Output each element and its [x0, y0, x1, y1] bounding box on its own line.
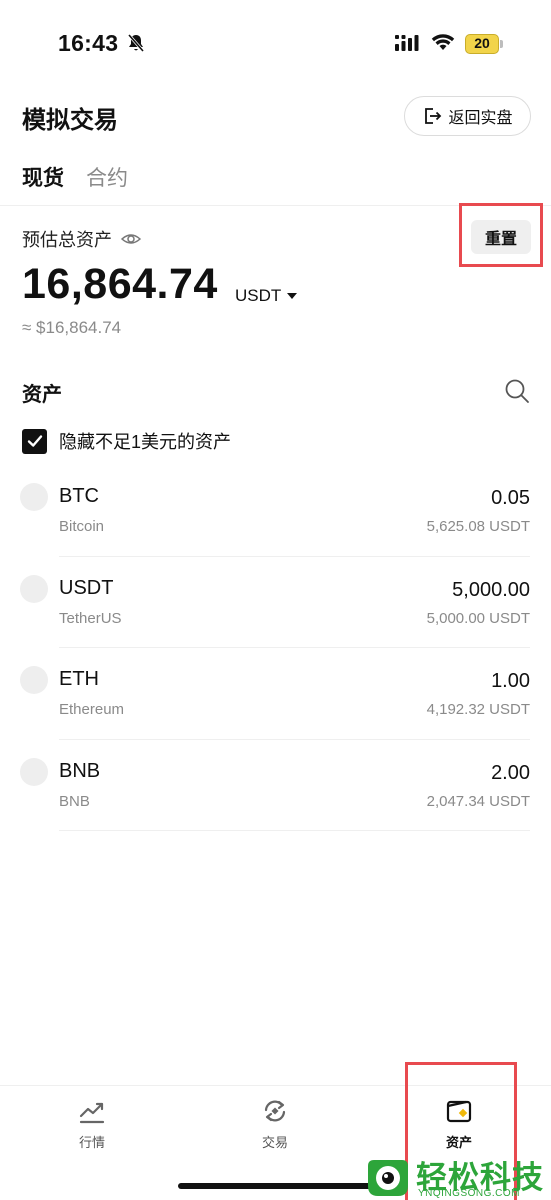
total-assets-approx: ≈ $16,864.74: [22, 318, 122, 337]
coin-symbol: BTC: [59, 485, 99, 507]
asset-row-bnb[interactable]: BNB BNB 2.00 2,047.34 USDT: [0, 740, 551, 831]
nav-label: 交易: [261, 1135, 288, 1150]
coin-name: Bitcoin: [59, 518, 105, 535]
eye-icon[interactable]: [120, 228, 142, 250]
currency-selector[interactable]: USDT: [235, 286, 298, 306]
exchange-icon: [264, 1100, 286, 1122]
asset-row-eth[interactable]: ETH Ethereum 1.00 4,192.32 USDT: [0, 648, 551, 740]
watermark-logo-icon: [368, 1160, 408, 1196]
tab-futures[interactable]: 合约: [86, 162, 128, 192]
total-assets-text: 预估总资产: [22, 230, 112, 250]
return-live-button[interactable]: 返回实盘: [404, 96, 531, 136]
coin-amount: 1.00: [491, 670, 530, 692]
nav-item-market[interactable]: 行情: [42, 1096, 142, 1151]
asset-row-btc[interactable]: BTC Bitcoin 0.05 5,625.08 USDT: [0, 465, 551, 557]
coin-value: 2,047.34 USDT: [426, 792, 530, 810]
page-title: 模拟交易: [22, 107, 118, 134]
coin-symbol: BNB: [59, 759, 101, 782]
reset-button[interactable]: 重置: [471, 220, 531, 254]
tab-spot[interactable]: 现货: [22, 162, 64, 192]
exit-icon: [425, 108, 442, 124]
total-assets-amount: 16,864.74: [22, 260, 218, 308]
nav-label: 行情: [78, 1135, 105, 1150]
signal-icon: [395, 35, 419, 51]
status-time: 16:43: [58, 30, 119, 56]
checkmark-icon: [27, 435, 42, 447]
chart-trend-icon: [79, 1102, 105, 1124]
total-assets-label: 预估总资产: [22, 226, 142, 252]
asset-list: BTC Bitcoin 0.05 5,625.08 USDT USDT Teth…: [0, 465, 551, 831]
hide-small-assets-toggle[interactable]: 隐藏不足1美元的资产: [22, 428, 231, 454]
coin-amount: 2.00: [491, 761, 530, 784]
divider: [59, 830, 530, 831]
search-icon[interactable]: [504, 378, 530, 404]
coin-name: Ethereum: [59, 701, 125, 718]
coin-value: 4,192.32 USDT: [426, 701, 530, 718]
battery-level: 20: [474, 35, 490, 51]
coin-icon: [20, 574, 48, 603]
home-indicator[interactable]: [178, 1183, 373, 1189]
bell-muted-icon: [127, 34, 145, 52]
coin-symbol: ETH: [59, 668, 99, 690]
assets-section-title: 资产: [22, 384, 62, 406]
hide-small-assets-label: 隐藏不足1美元的资产: [59, 432, 232, 452]
coin-icon: [20, 666, 48, 694]
nav-item-trade[interactable]: 交易: [225, 1096, 325, 1151]
coin-icon: [20, 483, 48, 511]
coin-amount: 5,000.00: [452, 578, 530, 601]
coin-name: TetherUS: [59, 609, 122, 627]
status-bar: 16:43 20: [0, 0, 551, 90]
coin-icon: [20, 757, 48, 786]
market-tabs: 现货 合约: [22, 162, 128, 192]
wifi-icon: [431, 34, 455, 50]
watermark-subtext: YNQINGSONG.COM: [418, 1188, 521, 1199]
coin-value: 5,625.08 USDT: [426, 518, 530, 535]
coin-symbol: USDT: [59, 576, 114, 599]
coin-amount: 0.05: [491, 487, 530, 509]
asset-row-usdt[interactable]: USDT TetherUS 5,000.00 5,000.00 USDT: [0, 557, 551, 648]
caret-down-icon: [287, 293, 298, 299]
battery-indicator: 20: [465, 34, 503, 54]
return-live-label: 返回实盘: [448, 110, 513, 127]
hide-small-assets-checkbox[interactable]: [22, 428, 47, 454]
coin-name: BNB: [59, 792, 90, 810]
watermark: 轻松科技 YNQINGSONG.COM: [364, 1150, 551, 1200]
coin-value: 5,000.00 USDT: [426, 609, 530, 627]
currency-unit: USDT: [235, 286, 282, 305]
